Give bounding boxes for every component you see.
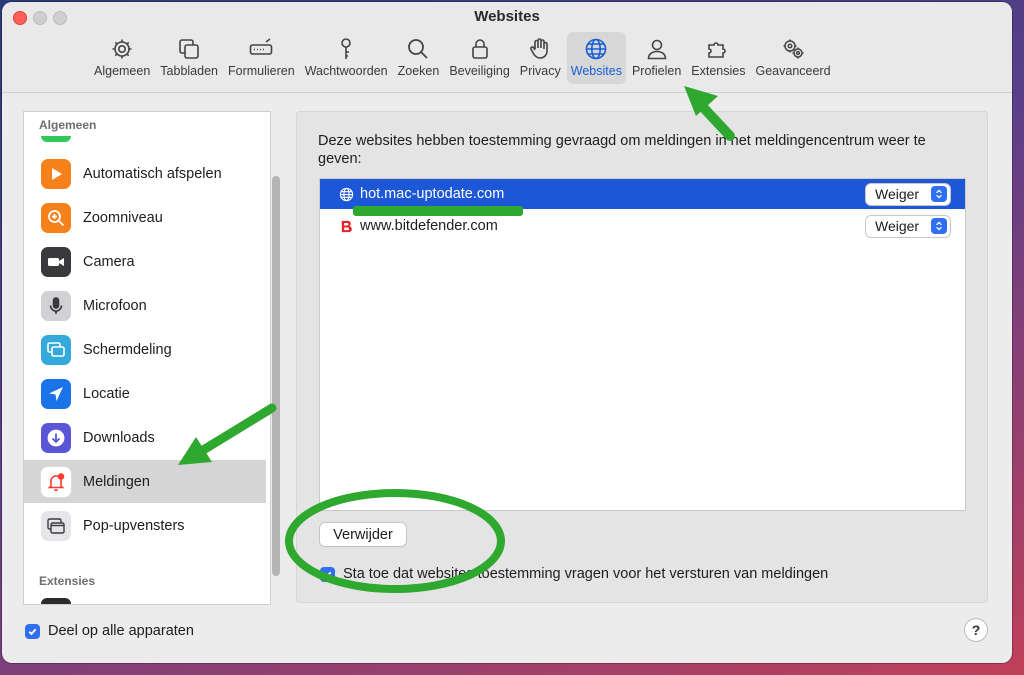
hand-icon <box>527 36 553 62</box>
gears-icon <box>780 36 806 62</box>
partial-list-item-icon <box>41 598 71 604</box>
websites-list[interactable]: hot.mac-uptodate.com Weiger www.bitdefen… <box>319 178 966 511</box>
globe-icon <box>583 36 609 62</box>
remove-button[interactable]: Verwijder <box>320 523 406 546</box>
camera-icon <box>41 246 71 277</box>
tab-geavanceerd[interactable]: Geavanceerd <box>752 32 835 84</box>
help-button[interactable]: ? <box>965 619 987 641</box>
tab-label: Formulieren <box>228 64 295 78</box>
sidebar-item-zoomniveau[interactable]: Zoomniveau <box>24 196 266 239</box>
sidebar-item-label: Pop-upvensters <box>83 517 185 534</box>
sidebar-item-label: Zoomniveau <box>83 209 163 226</box>
sidebar-item-automatisch-afspelen[interactable]: Automatisch afspelen <box>24 152 266 195</box>
tab-label: Wachtwoorden <box>304 64 388 78</box>
tab-beveiliging[interactable]: Beveiliging <box>445 32 513 84</box>
checkbox-checked-icon[interactable] <box>25 623 40 639</box>
play-icon <box>41 158 71 189</box>
tab-label: Zoeken <box>397 64 440 78</box>
preferences-toolbar: Algemeen Tabbladen Formulieren Wachtwoor… <box>90 32 837 88</box>
allow-requests-label: Sta toe dat websites toestemming vragen … <box>343 566 829 582</box>
window-title: Websites <box>474 8 540 25</box>
tab-label: Privacy <box>519 64 561 78</box>
website-name: www.bitdefender.com <box>360 218 498 234</box>
chevron-up-down-icon <box>931 218 947 234</box>
titlebar: Websites Algemeen Tabbladen Formulieren <box>2 2 1012 93</box>
download-icon <box>41 422 71 453</box>
sidebar-item-label: Downloads <box>83 429 155 446</box>
tab-label: Tabbladen <box>160 64 218 78</box>
tab-privacy[interactable]: Privacy <box>516 32 565 84</box>
sidebar-item-microfoon[interactable]: Microfoon <box>24 284 266 327</box>
tab-algemeen[interactable]: Algemeen <box>90 32 154 84</box>
website-row[interactable]: hot.mac-uptodate.com Weiger <box>320 179 965 209</box>
tab-label: Geavanceerd <box>755 64 831 78</box>
lock-icon <box>467 36 493 62</box>
permission-value: Weiger <box>875 186 920 202</box>
tab-tabbladen[interactable]: Tabbladen <box>156 32 222 84</box>
sidebar-item-label: Meldingen <box>83 473 150 490</box>
sidebar-item-label: Microfoon <box>83 297 147 314</box>
tab-zoeken[interactable]: Zoeken <box>394 32 444 84</box>
sidebar-item-pop-upvensters[interactable]: Pop-upvensters <box>24 504 266 547</box>
sidebar-item-locatie[interactable]: Locatie <box>24 372 266 415</box>
allow-requests-checkbox-row[interactable]: Sta toe dat websites toestemming vragen … <box>320 566 828 582</box>
sidebar-item-meldingen[interactable]: Meldingen <box>24 460 266 503</box>
website-row[interactable]: www.bitdefender.com Weiger <box>320 211 965 241</box>
sidebar-scrollbar[interactable] <box>272 176 280 576</box>
screen-share-icon <box>41 334 71 365</box>
tab-label: Profielen <box>631 64 682 78</box>
tab-formulieren[interactable]: Formulieren <box>224 32 299 84</box>
sidebar-item-label: Camera <box>83 253 135 270</box>
tab-label: Extensies <box>691 64 746 78</box>
chevron-up-down-icon <box>931 186 947 202</box>
permission-select[interactable]: Weiger <box>866 215 950 237</box>
sidebar-item-label: Automatisch afspelen <box>83 165 222 182</box>
sidebar-section-extensies: Extensies <box>39 574 96 588</box>
bitdefender-icon <box>338 218 354 234</box>
tab-label: Beveiliging <box>449 64 510 78</box>
permission-value: Weiger <box>875 218 920 234</box>
sidebar-item-camera[interactable]: Camera <box>24 240 266 283</box>
globe-icon <box>338 186 354 202</box>
permission-description: Deze websites hebben toestemming gevraag… <box>318 133 926 167</box>
form-icon <box>248 36 274 62</box>
puzzle-icon <box>705 36 731 62</box>
tab-label: Websites <box>570 64 622 78</box>
tabs-icon <box>176 36 202 62</box>
sidebar-item-label: Locatie <box>83 385 130 402</box>
website-name: hot.mac-uptodate.com <box>360 186 505 202</box>
tab-websites[interactable]: Websites <box>566 32 626 84</box>
gear-icon <box>109 36 135 62</box>
sidebar-item-label: Schermdeling <box>83 341 172 358</box>
share-across-devices-row[interactable]: Deel op alle apparaten <box>25 623 194 639</box>
microphone-icon <box>41 290 71 321</box>
key-icon <box>333 36 359 62</box>
sidebar-item-schermdeling[interactable]: Schermdeling <box>24 328 266 371</box>
share-across-devices-label: Deel op alle apparaten <box>48 623 194 639</box>
bell-icon <box>41 466 71 497</box>
person-icon <box>644 36 670 62</box>
tab-profielen[interactable]: Profielen <box>628 32 685 84</box>
location-icon <box>41 378 71 409</box>
permissions-sidebar[interactable]: Algemeen Automatisch afspelen Zoomniveau… <box>23 111 271 605</box>
search-icon <box>405 36 431 62</box>
partial-list-item-icon <box>41 136 71 142</box>
permission-select[interactable]: Weiger <box>866 183 950 205</box>
sidebar-item-downloads[interactable]: Downloads <box>24 416 266 459</box>
checkbox-checked-icon[interactable] <box>320 566 335 582</box>
tab-extensies[interactable]: Extensies <box>687 32 749 84</box>
zoom-icon <box>41 202 71 233</box>
tab-label: Algemeen <box>94 64 151 78</box>
tab-wachtwoorden[interactable]: Wachtwoorden <box>301 32 392 84</box>
popup-icon <box>41 510 71 541</box>
sidebar-section-algemeen: Algemeen <box>39 118 97 132</box>
